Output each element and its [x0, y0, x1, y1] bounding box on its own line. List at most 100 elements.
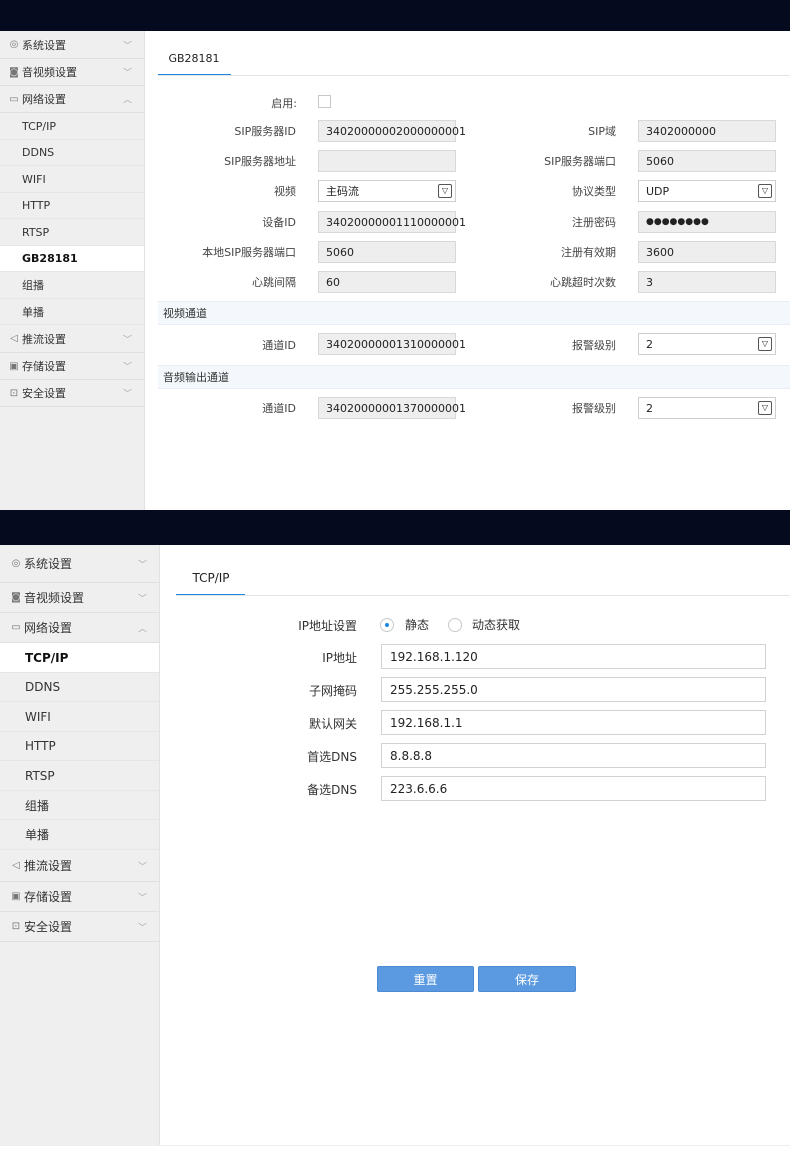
- sidebar-sub-label: 组播: [22, 279, 44, 292]
- sidebar-item-storage[interactable]: ▣ 存储设置 ﹀: [0, 882, 159, 912]
- static-radio-label: 静态: [405, 618, 430, 632]
- sip-server-id-label: SIP服务器ID: [234, 125, 296, 138]
- sidebar-sub-label: 单播: [25, 828, 50, 842]
- reset-button[interactable]: 重置: [377, 966, 474, 992]
- sidebar-item-network[interactable]: ▭ 网络设置 ︿: [0, 86, 144, 113]
- sidebar-sub-gb28181[interactable]: GB28181: [0, 246, 144, 272]
- video-channel-id-field[interactable]: 34020000001310000001: [318, 333, 466, 355]
- sidebar-sub-multicast[interactable]: 组播: [0, 791, 159, 820]
- sidebar-sub-label: DDNS: [22, 146, 55, 159]
- dns1-label: 首选DNS: [307, 750, 357, 764]
- section-title: 视频通道: [163, 307, 207, 320]
- section-title: 音频输出通道: [163, 371, 229, 384]
- camera-icon: ◙: [11, 592, 21, 603]
- chevron-down-icon: ▽: [758, 401, 772, 415]
- save-button[interactable]: 保存: [478, 966, 576, 992]
- sidebar-sub-unicast[interactable]: 单播: [0, 820, 159, 850]
- sidebar-sub-label: GB28181: [22, 252, 78, 265]
- ip-address-label: IP地址: [322, 651, 357, 665]
- chevron-down-icon: ▽: [758, 184, 772, 198]
- sidebar-item-security[interactable]: ⊡ 安全设置 ﹀: [0, 912, 159, 942]
- reg-valid-field[interactable]: 3600: [638, 241, 776, 263]
- camera-icon: ◙: [9, 66, 19, 78]
- reg-password-field[interactable]: ●●●●●●●●: [638, 211, 776, 233]
- static-radio[interactable]: [380, 618, 394, 632]
- enable-label: 启用:: [271, 97, 297, 110]
- sidebar-sub-ddns[interactable]: DDNS: [0, 140, 144, 166]
- sidebar-item-system[interactable]: ◎ 系统设置 ﹀: [0, 31, 144, 59]
- sidebar-sub-http[interactable]: HTTP: [0, 193, 144, 219]
- lock-icon: ⊡: [11, 921, 21, 932]
- video-alarm-level-value: 2: [646, 337, 653, 351]
- sidebar-sub-tcpip[interactable]: TCP/IP: [0, 643, 159, 673]
- sip-server-port-label: SIP服务器端口: [544, 155, 616, 168]
- sidebar-sub-label: WIFI: [22, 172, 46, 186]
- chevron-down-icon: ﹀: [137, 923, 147, 933]
- gateway-input[interactable]: 192.168.1.1: [381, 710, 766, 735]
- heartbeat-timeout-field[interactable]: 3: [638, 271, 776, 293]
- sidebar-item-system[interactable]: ◎ 系统设置 ﹀: [0, 545, 159, 583]
- video-select-value: 主码流: [326, 185, 359, 198]
- sidebar-sub-label: 单播: [22, 305, 44, 319]
- tab-tcpip[interactable]: TCP/IP: [176, 571, 246, 585]
- sidebar-sub-tcpip[interactable]: TCP/IP: [0, 113, 144, 140]
- sidebar-sub-ddns[interactable]: DDNS: [0, 673, 159, 702]
- sidebar-sub-label: HTTP: [25, 739, 56, 753]
- sidebar-sub-wifi[interactable]: WIFI: [0, 166, 144, 193]
- sidebar-item-stream[interactable]: ◁ 推流设置 ﹀: [0, 325, 144, 353]
- sidebar-sub-label: 组播: [25, 798, 50, 813]
- chevron-down-icon: ﹀: [122, 41, 132, 51]
- sip-domain-label: SIP域: [588, 125, 616, 138]
- subnet-mask-label: 子网掩码: [308, 684, 357, 698]
- chevron-down-icon: ▽: [758, 337, 772, 351]
- device-id-field[interactable]: 34020000001110000001: [318, 211, 466, 233]
- protocol-label: 协议类型: [572, 185, 616, 198]
- sip-server-addr-field[interactable]: [318, 150, 456, 172]
- ip-address-input[interactable]: 192.168.1.120: [381, 644, 766, 669]
- sip-domain-field[interactable]: 3402000000: [638, 120, 776, 142]
- heartbeat-label: 心跳间隔: [252, 276, 296, 289]
- sidebar-sub-http[interactable]: HTTP: [0, 732, 159, 761]
- dns2-label: 备选DNS: [307, 783, 357, 797]
- monitor-icon: ▭: [9, 93, 19, 105]
- sidebar-sub-rtsp[interactable]: RTSP: [0, 219, 144, 246]
- sidebar-item-av[interactable]: ◙ 音视频设置 ﹀: [0, 59, 144, 86]
- video-alarm-level-select[interactable]: 2 ▽: [638, 333, 776, 355]
- send-icon: ◁: [12, 860, 20, 871]
- sidebar-item-security[interactable]: ⊡ 安全设置 ﹀: [0, 380, 144, 407]
- sidebar-item-label: 网络设置: [22, 93, 66, 106]
- sip-server-port-field[interactable]: 5060: [638, 150, 776, 172]
- heartbeat-field[interactable]: 60: [318, 271, 456, 293]
- dhcp-radio[interactable]: [448, 618, 462, 632]
- sidebar-sub-label: WIFI: [25, 709, 51, 724]
- sidebar-item-label: 存储设置: [24, 890, 73, 904]
- dhcp-radio-label: 动态获取: [472, 618, 521, 632]
- chevron-down-icon: ﹀: [137, 862, 147, 872]
- subnet-mask-input[interactable]: 255.255.255.0: [381, 677, 766, 702]
- sidebar-sub-wifi[interactable]: WIFI: [0, 702, 159, 732]
- device-id-label: 设备ID: [262, 216, 296, 229]
- sidebar-item-stream[interactable]: ◁ 推流设置 ﹀: [0, 850, 159, 882]
- video-select[interactable]: 主码流 ▽: [318, 180, 456, 202]
- sidebar-sub-multicast[interactable]: 组播: [0, 272, 144, 299]
- dns1-input[interactable]: 8.8.8.8: [381, 743, 766, 768]
- sidebar-item-network[interactable]: ▭ 网络设置 ︿: [0, 613, 159, 643]
- sidebar-sub-rtsp[interactable]: RTSP: [0, 761, 159, 791]
- chevron-down-icon: ﹀: [122, 68, 132, 79]
- sidebar-item-av[interactable]: ◙ 音视频设置 ﹀: [0, 583, 159, 613]
- tcpip-panel: ◎ 系统设置 ﹀ ◙ 音视频设置 ﹀ ▭ 网络设置 ︿ TCP/IP DDNS …: [0, 545, 790, 1145]
- audio-channel-id-field[interactable]: 34020000001370000001: [318, 397, 466, 419]
- reg-valid-label: 注册有效期: [561, 246, 616, 259]
- audio-alarm-level-select[interactable]: 2 ▽: [638, 397, 776, 419]
- tab-gb28181[interactable]: GB28181: [159, 52, 229, 65]
- sip-server-id-field[interactable]: 34020000002000000001: [318, 120, 466, 142]
- dns2-input[interactable]: 223.6.6.6: [381, 776, 766, 801]
- enable-checkbox[interactable]: [318, 95, 331, 108]
- local-sip-port-field[interactable]: 5060: [318, 241, 456, 263]
- sidebar-sub-label: DDNS: [25, 680, 61, 694]
- sidebar-sub-unicast[interactable]: 单播: [0, 299, 144, 325]
- protocol-select[interactable]: UDP ▽: [638, 180, 776, 202]
- chevron-down-icon: ﹀: [122, 362, 132, 373]
- sidebar-item-label: 网络设置: [24, 621, 73, 635]
- sidebar-item-storage[interactable]: ▣ 存储设置 ﹀: [0, 353, 144, 380]
